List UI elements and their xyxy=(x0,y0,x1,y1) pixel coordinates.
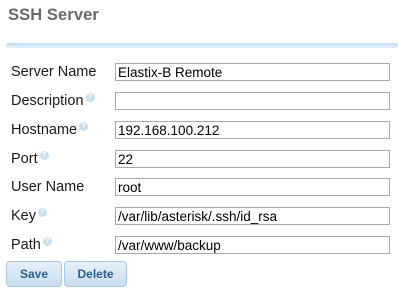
help-icon[interactable]: ? xyxy=(79,122,89,131)
key-input[interactable] xyxy=(115,207,390,225)
port-input[interactable] xyxy=(115,150,390,168)
save-button[interactable]: Save xyxy=(6,261,62,287)
panel-title: SSH Server xyxy=(8,6,99,24)
ssh-server-panel: SSH Server Server Name Description? Host… xyxy=(0,0,398,291)
form-row-description: Description? xyxy=(0,92,398,114)
key-label: Key? xyxy=(11,208,47,224)
server-name-input[interactable] xyxy=(115,63,390,81)
path-label: Path? xyxy=(11,237,52,253)
form-row-port: Port? xyxy=(0,150,398,172)
form-row-user-name: User Name xyxy=(0,178,398,200)
user-name-input[interactable] xyxy=(115,178,390,196)
help-icon[interactable]: ? xyxy=(38,208,47,217)
help-icon[interactable]: ? xyxy=(42,237,52,246)
help-icon[interactable]: ? xyxy=(85,93,95,102)
hostname-label: Hostname? xyxy=(11,122,89,138)
port-label: Port? xyxy=(11,151,49,167)
hostname-input[interactable] xyxy=(115,121,390,139)
form-row-hostname: Hostname? xyxy=(0,121,398,143)
description-label: Description? xyxy=(11,93,95,109)
form-row-path: Path? xyxy=(0,236,398,258)
description-input[interactable] xyxy=(115,92,390,110)
delete-button[interactable]: Delete xyxy=(64,261,127,287)
path-input[interactable] xyxy=(115,236,390,254)
help-icon[interactable]: ? xyxy=(39,151,49,160)
form-row-server-name: Server Name xyxy=(0,63,398,85)
form-row-key: Key? xyxy=(0,207,398,229)
title-divider xyxy=(6,43,398,48)
server-name-label: Server Name xyxy=(11,64,97,80)
user-name-label: User Name xyxy=(11,179,85,195)
